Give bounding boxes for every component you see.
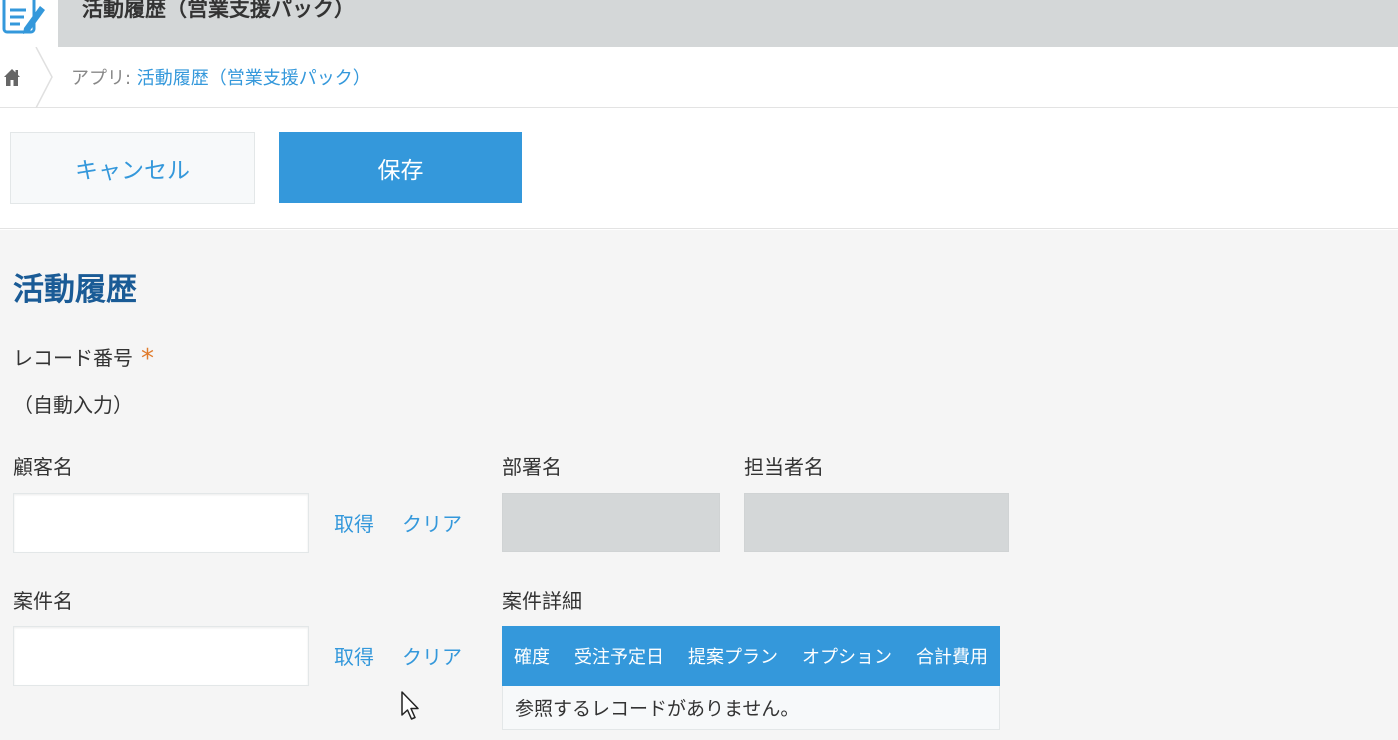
deal-name-input[interactable] <box>13 626 309 686</box>
edit-note-icon <box>0 0 46 40</box>
record-number-value: （自動入力） <box>13 393 133 417</box>
breadcrumb-prefix: アプリ: <box>71 68 137 89</box>
column-header: オプション <box>802 647 892 668</box>
required-mark: * <box>141 344 154 374</box>
customer-name-input[interactable] <box>13 493 309 553</box>
cancel-button[interactable]: キャンセル <box>10 132 255 204</box>
breadcrumb: アプリ: 活動履歴（営業支援パック） <box>0 47 1398 108</box>
app-header: 活動履歴（営業支援パック） <box>0 0 1398 47</box>
contact-name-label: 担当者名 <box>744 455 824 479</box>
action-bar: キャンセル 保存 <box>0 108 1398 229</box>
save-button[interactable]: 保存 <box>279 132 522 203</box>
column-header: 受注予定日 <box>574 647 664 668</box>
breadcrumb-app-link[interactable]: 活動履歴（営業支援パック） <box>137 68 371 89</box>
record-number-label: レコード番号 * <box>13 342 154 374</box>
customer-fetch-button[interactable]: 取得 <box>334 508 374 537</box>
home-icon[interactable] <box>3 67 21 87</box>
deal-clear-button[interactable]: クリア <box>402 641 462 670</box>
app-title: 活動履歴（営業支援パック） <box>82 0 355 21</box>
deal-name-label: 案件名 <box>13 589 73 613</box>
deal-details-table: 確度 受注予定日 提案プラン オプション 合計費用 参照するレコードがありません… <box>502 626 1000 730</box>
column-header: 提案プラン <box>688 647 778 668</box>
empty-message: 参照するレコードがありません。 <box>502 686 1000 730</box>
deal-fetch-button[interactable]: 取得 <box>334 641 374 670</box>
section-title: 活動履歴 <box>13 272 137 308</box>
customer-clear-button[interactable]: クリア <box>402 508 462 537</box>
record-number-label-text: レコード番号 <box>13 346 133 370</box>
column-header: 合計費用 <box>916 647 988 668</box>
breadcrumb-path: アプリ: 活動履歴（営業支援パック） <box>71 64 371 90</box>
deal-details-header: 確度 受注予定日 提案プラン オプション 合計費用 <box>502 626 1000 686</box>
department-label: 部署名 <box>502 455 562 479</box>
department-field <box>502 493 720 552</box>
column-header: 確度 <box>514 647 550 668</box>
breadcrumb-separator-icon <box>35 47 53 108</box>
deal-details-label: 案件詳細 <box>502 589 582 613</box>
contact-name-field <box>744 493 1009 552</box>
mouse-cursor-icon <box>401 691 419 720</box>
customer-name-label: 顧客名 <box>13 455 73 479</box>
